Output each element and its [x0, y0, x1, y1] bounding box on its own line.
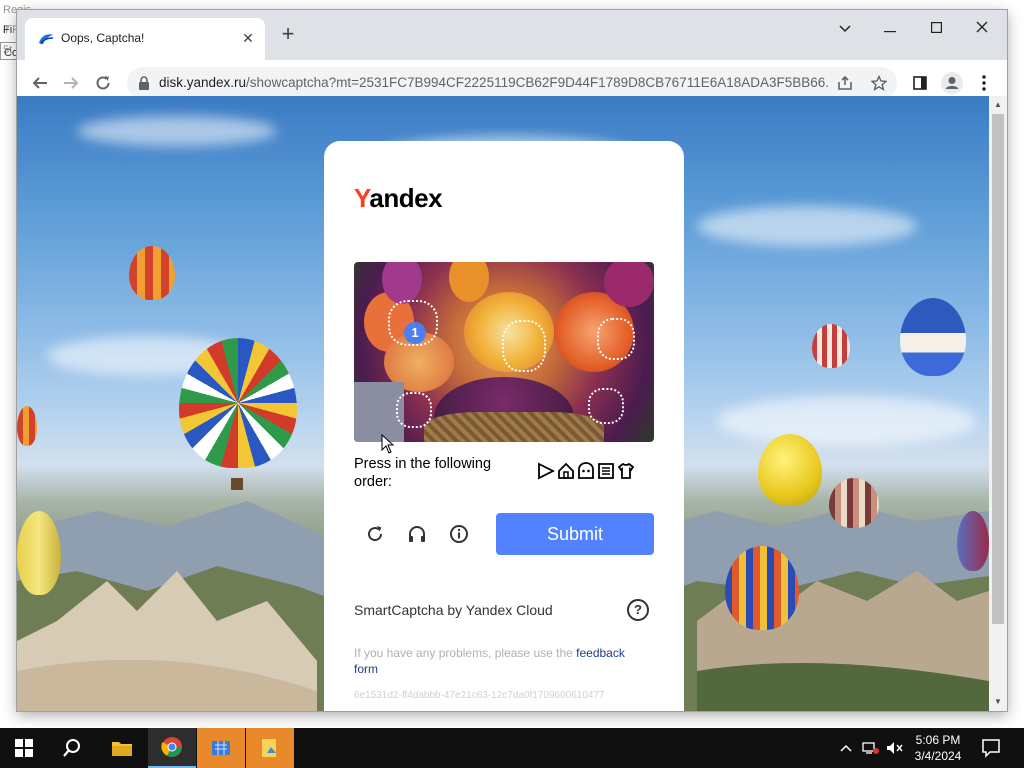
- captcha-card: Yandex 1 Press in the following order: S…: [324, 141, 684, 711]
- headphones-icon[interactable]: [404, 521, 430, 547]
- hot-air-balloon: [17, 511, 61, 595]
- kebab-menu-icon[interactable]: [973, 72, 995, 94]
- hot-air-balloon: [957, 511, 989, 571]
- hot-air-balloon: [758, 434, 822, 506]
- hot-air-balloon: [900, 298, 966, 376]
- app-taskbar-button[interactable]: [246, 728, 294, 768]
- house-icon: [558, 462, 574, 479]
- tab-search-chevron-icon[interactable]: [825, 16, 865, 42]
- captcha-image[interactable]: 1: [354, 262, 654, 442]
- hidden-shape-outline[interactable]: [597, 318, 635, 360]
- app-grid-icon: [212, 741, 230, 755]
- clock-time: 5:06 PM: [915, 733, 961, 747]
- cloud: [77, 116, 277, 146]
- feedback-text: If you have any problems, please use the…: [354, 645, 644, 677]
- url-path: /showcaptcha?mt=2531FC7B994CF2225119CB62…: [246, 75, 829, 90]
- new-tab-button[interactable]: +: [277, 23, 299, 46]
- windows-logo-icon: [15, 739, 33, 757]
- url-text: disk.yandex.ru/showcaptcha?mt=2531FC7B99…: [159, 75, 829, 90]
- chrome-taskbar-button[interactable]: [148, 728, 196, 768]
- windows-taskbar: 5:06 PM 3/4/2024: [0, 728, 1024, 768]
- url-host: disk.yandex.ru: [159, 75, 247, 90]
- cloud: [697, 206, 917, 246]
- chrome-icon: [161, 737, 182, 757]
- close-window-button[interactable]: [962, 16, 1002, 42]
- tshirt-icon: [617, 462, 635, 479]
- back-arrow-icon[interactable]: [26, 69, 54, 97]
- refresh-captcha-icon[interactable]: [362, 521, 388, 547]
- hidden-shape-outline[interactable]: [588, 388, 624, 424]
- tab-strip: Oops, Captcha! ✕ +: [17, 10, 1007, 60]
- hidden-shape-outline[interactable]: [396, 392, 432, 428]
- captcha-instruction: Press in the following order:: [354, 456, 492, 490]
- volume-muted-icon[interactable]: [886, 728, 904, 768]
- shirt-tag-icon: [598, 463, 614, 479]
- document-image-icon: [262, 739, 276, 757]
- search-button[interactable]: [48, 728, 96, 768]
- captcha-order-icons: [537, 461, 637, 483]
- captcha-session-id: 6e1531d2-ff4dabbb-47e21c63-12c7da0f17096…: [354, 690, 605, 701]
- smartcaptcha-brand: SmartCaptcha by Yandex Cloud: [354, 602, 553, 618]
- bookmark-star-icon[interactable]: [869, 73, 889, 93]
- cloud: [717, 396, 977, 446]
- tab-oops-captcha[interactable]: Oops, Captcha! ✕: [25, 18, 265, 60]
- start-button[interactable]: [0, 728, 48, 768]
- play-triangle-icon: [538, 462, 555, 480]
- info-icon[interactable]: [446, 521, 472, 547]
- reload-icon[interactable]: [89, 69, 117, 97]
- minimize-button[interactable]: [870, 16, 910, 42]
- page-viewport: Yandex 1 Press in the following order: S…: [17, 96, 989, 711]
- app-taskbar-button[interactable]: [197, 728, 245, 768]
- balloon-basket: [231, 478, 243, 490]
- flower-petal: [382, 262, 422, 304]
- folder-icon: [112, 742, 132, 756]
- flower-petal: [604, 262, 654, 307]
- scroll-up-arrow-icon[interactable]: ▲: [992, 100, 1004, 110]
- face-icon: [578, 462, 594, 479]
- hot-air-balloon: [725, 546, 799, 630]
- click-order-marker[interactable]: 1: [404, 322, 426, 344]
- browser-window: Oops, Captcha! ✕ + disk.yandex.ru/showca…: [17, 10, 1007, 711]
- flower-petal: [449, 262, 489, 302]
- forward-arrow-icon[interactable]: [57, 69, 85, 97]
- yandex-logo: Yandex: [354, 183, 443, 214]
- hidden-shape-outline[interactable]: [502, 320, 546, 372]
- clock-date: 3/4/2024: [914, 749, 962, 763]
- search-icon: [63, 739, 80, 757]
- profile-avatar-icon[interactable]: [941, 72, 963, 94]
- tab-title: Oops, Captcha!: [61, 31, 145, 45]
- help-question-icon[interactable]: ?: [627, 599, 649, 621]
- maximize-button[interactable]: [916, 16, 956, 42]
- yandex-logo-rest: andex: [369, 183, 443, 213]
- notification-center-icon[interactable]: [980, 737, 1002, 759]
- side-panel-icon[interactable]: [909, 72, 931, 94]
- tab-close-icon[interactable]: ✕: [239, 29, 257, 47]
- system-clock[interactable]: 5:06 PM 3/4/2024: [906, 732, 970, 764]
- basket-weave: [424, 412, 604, 442]
- hot-air-balloon: [829, 478, 879, 528]
- file-explorer-button[interactable]: [98, 728, 146, 768]
- address-bar[interactable]: disk.yandex.ru/showcaptcha?mt=2531FC7B99…: [127, 67, 897, 99]
- feedback-prefix: If you have any problems, please use the: [354, 646, 577, 660]
- submit-button[interactable]: Submit: [496, 513, 654, 555]
- scrollbar-thumb[interactable]: [992, 114, 1004, 624]
- mouse-cursor-icon: [381, 434, 395, 454]
- yandex-disk-favicon: [39, 34, 54, 45]
- tray-expand-chevron-icon[interactable]: [838, 728, 854, 768]
- hot-air-balloon: [179, 338, 297, 468]
- lock-icon[interactable]: [137, 75, 151, 91]
- share-icon[interactable]: [835, 73, 855, 93]
- network-icon[interactable]: [862, 728, 880, 768]
- scroll-down-arrow-icon[interactable]: ▼: [992, 697, 1004, 707]
- hot-air-balloon: [129, 246, 175, 300]
- yandex-logo-y: Y: [354, 183, 370, 213]
- hot-air-balloon: [17, 406, 37, 446]
- hot-air-balloon: [812, 324, 850, 368]
